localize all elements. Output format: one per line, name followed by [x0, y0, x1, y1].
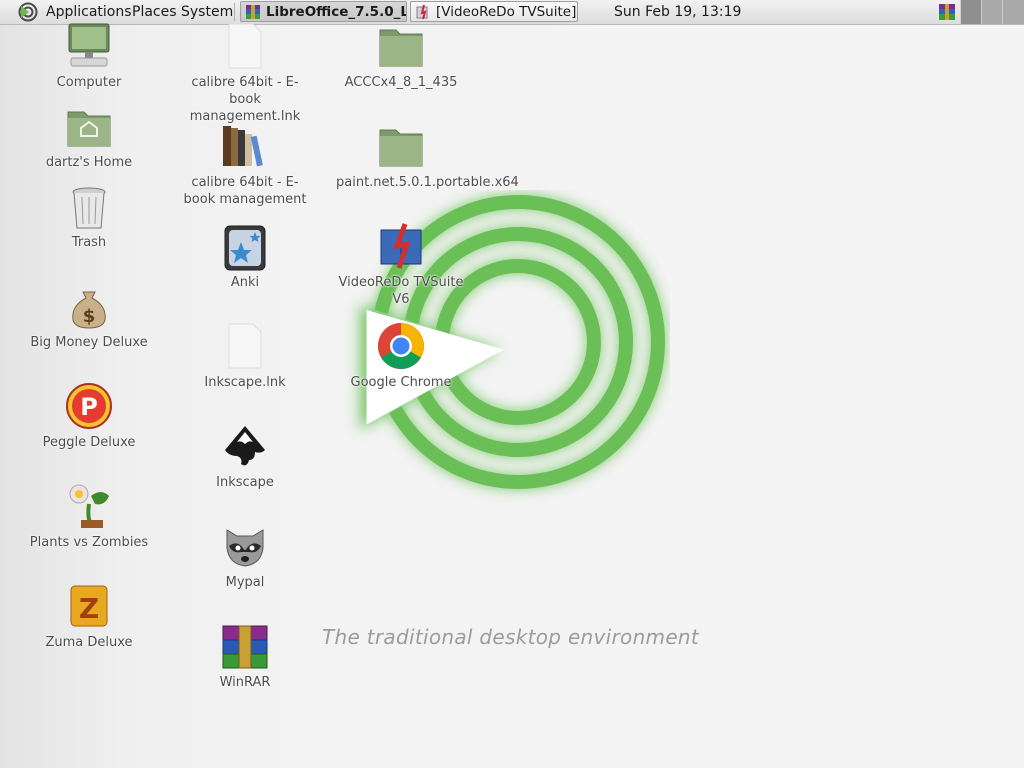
desktop-icon-label: Mypal	[225, 575, 265, 590]
winrar-archive-icon	[245, 4, 261, 20]
plants-vs-zombies-icon	[65, 482, 113, 530]
svg-text:Z: Z	[79, 592, 99, 625]
workspace-switcher-2[interactable]	[981, 0, 1002, 24]
desktop-icon-label: calibre 64bit - E-book management.lnk	[189, 75, 301, 124]
mate-menu-icon[interactable]	[18, 2, 38, 22]
svg-text:P: P	[80, 393, 98, 421]
desktop-icon-label: ACCCx4_8_1_435	[344, 75, 458, 90]
file-icon	[221, 22, 269, 70]
workspace-switcher-1[interactable]	[960, 0, 981, 24]
desktop-icon-label: paint.net.5.0.1.portable.x64	[336, 175, 519, 190]
taskbar-label: LibreOffice_7.5.0_L...	[266, 4, 407, 20]
desktop-icon-label: calibre 64bit - E-book management	[183, 175, 307, 207]
raccoon-icon	[221, 522, 269, 570]
desktop-icon-label: Peggle Deluxe	[42, 435, 136, 450]
desktop-icon-label: Anki	[230, 275, 260, 290]
anki-icon	[221, 224, 269, 272]
folder-icon	[377, 124, 425, 172]
taskbar-label: [VideoReDo TVSuite]	[436, 4, 577, 20]
places-menu[interactable]: Places	[130, 0, 179, 24]
file-icon	[221, 322, 269, 370]
chrome-icon	[377, 322, 425, 370]
money-bag-icon: $	[65, 284, 113, 332]
peggle-icon: P	[65, 382, 113, 430]
taskbar-button-libreoffice[interactable]: LibreOffice_7.5.0_L...	[240, 1, 407, 22]
taskbar-button-videoredo[interactable]: [VideoReDo TVSuite]	[410, 1, 578, 22]
folder-icon	[377, 24, 425, 72]
videoredo-window-icon	[415, 4, 431, 20]
inkscape-icon	[221, 424, 269, 472]
top-panel: Applications Places System LibreOffice_7…	[0, 0, 1024, 25]
desktop-icon-label: Plants vs Zombies	[29, 535, 149, 550]
panel-clock[interactable]: Sun Feb 19, 13:19	[614, 0, 741, 24]
trash-icon	[65, 184, 113, 232]
home-folder-icon	[65, 104, 113, 152]
desktop-icon-label: Google Chrome	[350, 375, 452, 390]
videoredo-icon	[377, 222, 425, 270]
desktop-icon-label: Zuma Deluxe	[45, 635, 133, 650]
zuma-icon: Z	[65, 582, 113, 630]
desktop-icon-label: WinRAR	[219, 675, 271, 690]
desktop-icon-label: Trash	[71, 235, 107, 250]
desktop-icon-label: Big Money Deluxe	[30, 335, 148, 350]
applications-menu[interactable]: Applications	[44, 0, 134, 24]
desktop-icon-label: Inkscape.lnk	[204, 375, 286, 390]
winrar-icon	[221, 624, 269, 672]
workspace-switcher-3[interactable]	[1002, 0, 1024, 24]
computer-icon	[65, 22, 113, 70]
desktop-icon-label: dartz's Home	[45, 155, 133, 170]
calibre-books-icon	[221, 122, 269, 170]
panel-separator	[234, 3, 235, 21]
svg-text:$: $	[83, 306, 96, 327]
system-menu[interactable]: System	[179, 0, 235, 24]
desktop-icon-label: Computer	[56, 75, 122, 90]
wallpaper-tagline: The traditional desktop environment	[322, 625, 700, 649]
winrar-tray-icon[interactable]	[938, 3, 956, 21]
desktop-icon-label: Inkscape	[216, 475, 274, 490]
desktop-icon-label: VideoReDo TVSuite V6	[338, 275, 464, 307]
